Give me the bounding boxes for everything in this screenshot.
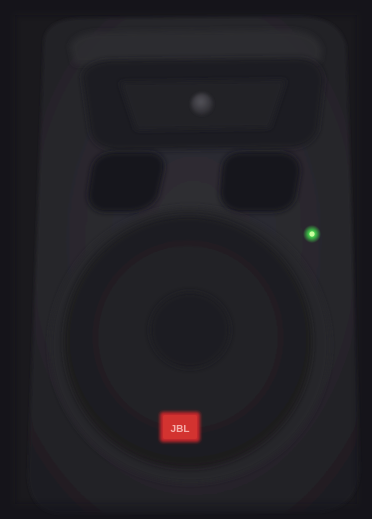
speaker-photo: JBL	[0, 0, 372, 519]
brand-badge-text: JBL	[171, 424, 190, 435]
speaker-scene: JBL	[0, 0, 372, 519]
left-port-vent	[88, 152, 165, 212]
right-port-vent	[220, 152, 300, 212]
power-led	[309, 231, 315, 237]
brand-badge: JBL	[160, 412, 200, 442]
woofer-dust-cap	[150, 292, 230, 368]
tweeter-dome	[191, 93, 213, 115]
